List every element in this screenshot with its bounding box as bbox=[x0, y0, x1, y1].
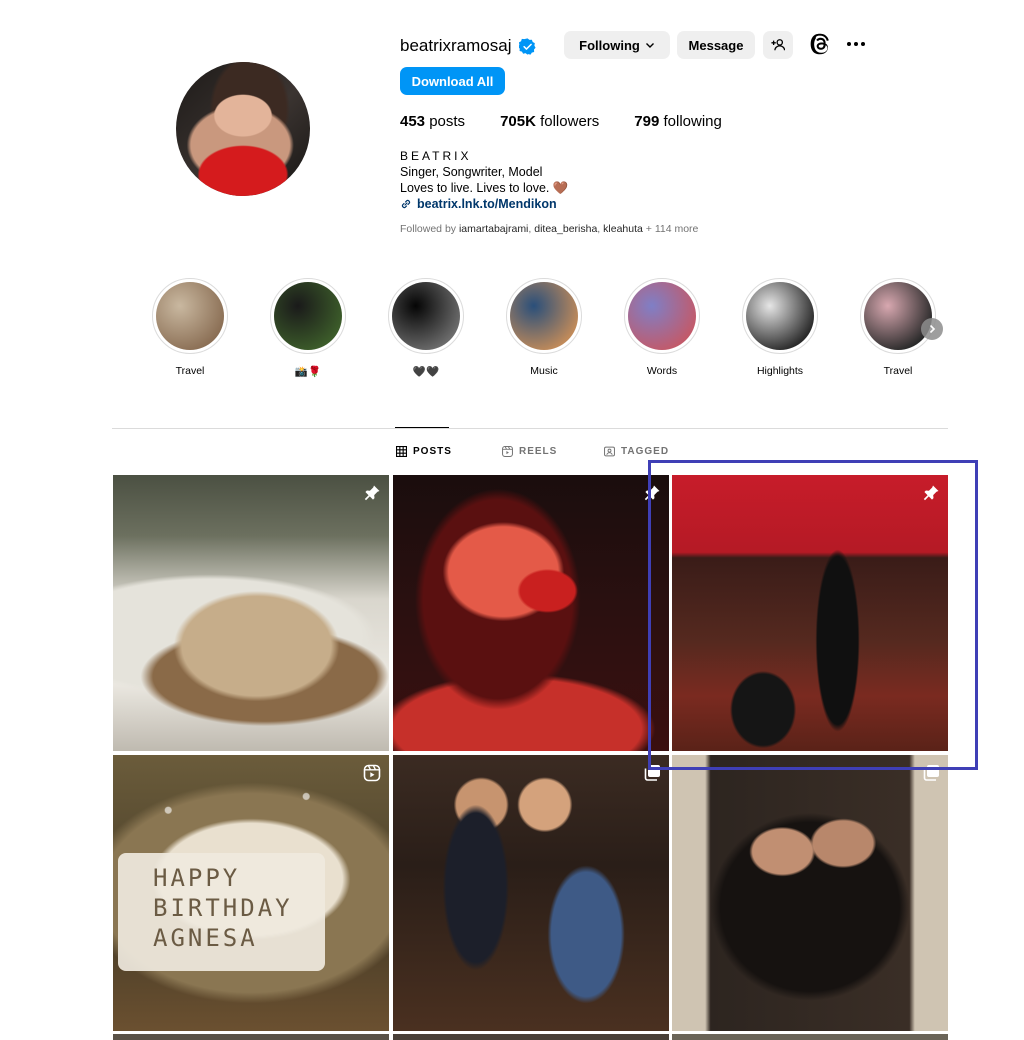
post-thumbnail[interactable] bbox=[393, 475, 669, 751]
highlight-ring bbox=[624, 278, 700, 354]
link-icon bbox=[401, 199, 411, 209]
highlight-label: 🖤🖤 bbox=[412, 366, 440, 378]
highlight-ring bbox=[860, 278, 936, 354]
message-label: Message bbox=[688, 37, 744, 53]
pin-icon bbox=[364, 485, 380, 501]
followed-by[interactable]: Followed by iamartabajrami, ditea_berish… bbox=[400, 223, 698, 235]
highlight-label: Travel bbox=[883, 365, 913, 377]
highlight-cover bbox=[156, 282, 224, 350]
highlight-label: 📸🌹 bbox=[294, 366, 322, 378]
following-stat-label: following bbox=[663, 113, 722, 130]
username-row: beatrixramosaj bbox=[400, 32, 536, 60]
highlight-cover bbox=[746, 282, 814, 350]
highlight-label: Music bbox=[530, 365, 558, 377]
highlight-item[interactable]: 📸🌹 bbox=[269, 278, 347, 378]
bio-line-2-row: Loves to live. Lives to love. 🤎 bbox=[400, 180, 568, 196]
post-thumbnail[interactable] bbox=[393, 1034, 669, 1040]
post-thumbnail[interactable] bbox=[672, 755, 948, 1031]
followed-by-more: + 114 more bbox=[645, 223, 699, 235]
reels-icon bbox=[502, 446, 513, 457]
tab-posts-label: POSTS bbox=[413, 446, 452, 457]
highlight-item[interactable]: Highlights bbox=[741, 278, 819, 377]
tab-posts[interactable]: POSTS bbox=[396, 446, 452, 457]
highlight-label: Words bbox=[646, 365, 678, 377]
highlight-label: Highlights bbox=[756, 365, 804, 377]
highlight-item[interactable]: Music bbox=[505, 278, 583, 377]
download-all-label: Download All bbox=[411, 73, 494, 89]
followed-by-name-2: ditea_berisha bbox=[534, 223, 598, 235]
grid-icon bbox=[396, 446, 407, 457]
bio-link-text: beatrix.lnk.to/Mendikon bbox=[417, 197, 557, 211]
highlight-ring bbox=[388, 278, 464, 354]
cake-text-line-2: BIRTHDAY bbox=[153, 894, 293, 922]
bio-line-1: Singer, Songwriter, Model bbox=[400, 165, 543, 179]
highlight-ring bbox=[270, 278, 346, 354]
tab-reels-label: REELS bbox=[519, 446, 558, 457]
posts-stat: 453 posts bbox=[400, 113, 465, 130]
chevron-right-icon bbox=[929, 324, 936, 334]
following-stat[interactable]: 799 following bbox=[634, 113, 722, 130]
full-name: BEATRIX bbox=[400, 149, 472, 163]
highlight-ring bbox=[742, 278, 818, 354]
cake-text-line-1: HAPPY bbox=[153, 864, 241, 892]
post-thumbnail[interactable] bbox=[672, 1034, 948, 1040]
cake-text-line-3: AGNESA bbox=[153, 924, 258, 952]
chevron-down-icon bbox=[645, 43, 654, 48]
highlight-cover bbox=[392, 282, 460, 350]
tab-reels[interactable]: REELS bbox=[502, 446, 557, 457]
highlight-cover bbox=[510, 282, 578, 350]
cake-text: HAPPY BIRTHDAY AGNESA bbox=[153, 863, 293, 953]
suggested-users-button[interactable] bbox=[763, 31, 793, 59]
more-options-icon[interactable] bbox=[845, 37, 867, 51]
tab-tagged[interactable]: TAGGED bbox=[604, 446, 669, 457]
followed-by-prefix: Followed by bbox=[400, 223, 457, 235]
verified-badge-icon bbox=[518, 37, 536, 55]
profile-stats: 453 posts 705K followers 799 following bbox=[400, 113, 757, 130]
highlight-item[interactable]: Travel bbox=[151, 278, 229, 377]
highlight-item[interactable]: 🖤🖤 bbox=[387, 278, 465, 378]
highlights-next-button[interactable] bbox=[921, 318, 943, 340]
threads-icon[interactable] bbox=[810, 33, 832, 55]
highlight-cover bbox=[864, 282, 932, 350]
highlight-ring bbox=[152, 278, 228, 354]
post-thumbnail[interactable] bbox=[393, 755, 669, 1031]
post-thumbnail[interactable]: HAPPY BIRTHDAY AGNESA bbox=[113, 755, 389, 1031]
following-count: 799 bbox=[634, 113, 660, 130]
posts-label: posts bbox=[429, 113, 466, 130]
avatar-image bbox=[176, 62, 310, 196]
following-button[interactable]: Following bbox=[564, 31, 670, 59]
following-label: Following bbox=[579, 37, 640, 53]
highlight-cover bbox=[628, 282, 696, 350]
highlight-label: Travel bbox=[175, 365, 205, 377]
download-all-button[interactable]: Download All bbox=[400, 67, 505, 95]
bio-line-2: Loves to live. Lives to love. bbox=[400, 181, 550, 195]
followers-stat[interactable]: 705K followers bbox=[500, 113, 599, 130]
post-thumbnail[interactable] bbox=[113, 475, 389, 751]
followers-count: 705K bbox=[500, 113, 536, 130]
tagged-icon bbox=[604, 446, 615, 457]
reel-icon bbox=[363, 764, 381, 782]
highlight-cover bbox=[274, 282, 342, 350]
brown-heart-emoji: 🤎 bbox=[552, 181, 569, 195]
profile-avatar[interactable] bbox=[176, 62, 310, 196]
bio-link[interactable]: beatrix.lnk.to/Mendikon bbox=[400, 196, 568, 212]
tab-tagged-label: TAGGED bbox=[621, 446, 670, 457]
active-tab-indicator bbox=[395, 427, 449, 428]
username: beatrixramosaj bbox=[400, 36, 512, 55]
followed-by-name-1: iamartabajrami bbox=[458, 223, 529, 235]
profile-bio: BEATRIX Singer, Songwriter, Model Loves … bbox=[400, 148, 568, 212]
followed-by-name-3: kleahuta bbox=[603, 223, 643, 235]
selection-highlight-box bbox=[648, 460, 978, 770]
posts-count: 453 bbox=[400, 113, 426, 130]
tabs-divider bbox=[112, 428, 948, 429]
add-user-icon bbox=[771, 39, 785, 51]
message-button[interactable]: Message bbox=[677, 31, 755, 59]
followers-label: followers bbox=[540, 113, 600, 130]
highlight-ring bbox=[506, 278, 582, 354]
highlight-item[interactable]: Words bbox=[623, 278, 701, 377]
post-thumbnail[interactable] bbox=[113, 1034, 389, 1040]
